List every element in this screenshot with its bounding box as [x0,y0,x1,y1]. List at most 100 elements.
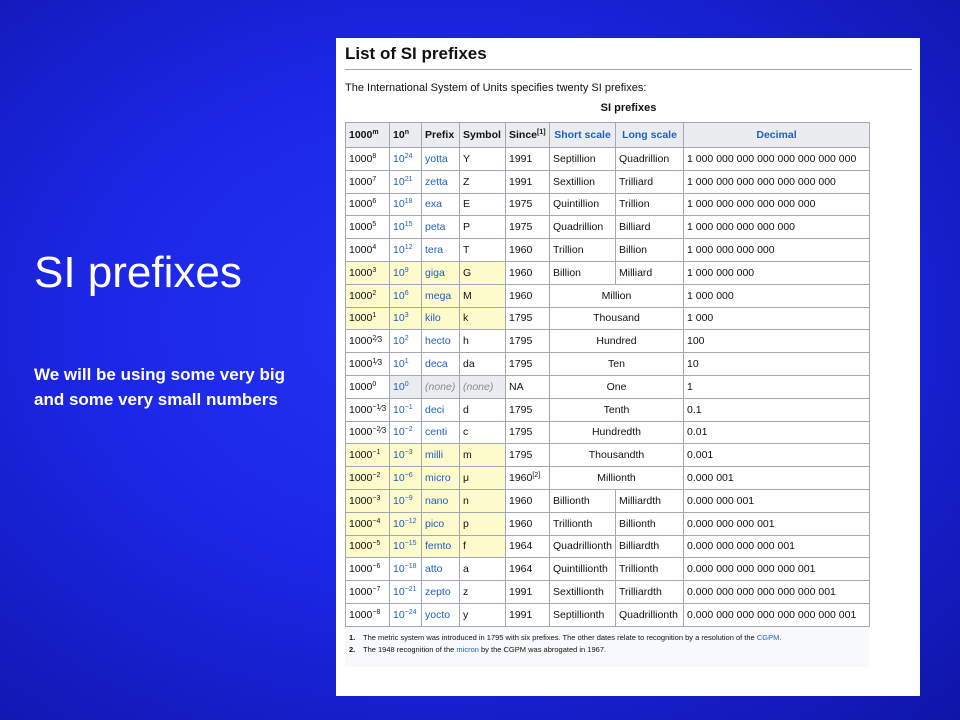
cell-prefix-link[interactable]: yocto [421,602,460,627]
cell-prefix-link[interactable]: femto [421,534,460,559]
cell-decimal: 10 [683,352,870,376]
cell-prefix-link[interactable]: hecto [421,329,460,354]
cell-10-power-link[interactable]: 10−15 [389,534,422,559]
col-header-since[interactable]: Since[1] [505,122,550,148]
cell-symbol: Z [459,169,506,194]
cell-10-power-link[interactable]: 10−6 [389,466,422,490]
col-header-10n[interactable]: 10n [389,122,422,148]
col-header-long-scale-link[interactable]: Long scale [615,122,684,148]
cell-1000-power: 1000−1⁄3 [345,397,390,422]
footnote-2: 2. The 1948 recognition of the micron by … [349,644,607,654]
cell-since: 1975 [505,215,550,240]
cell-decimal: 0.000 001 [683,466,870,490]
cell-1000-power: 1000−2⁄3 [345,420,390,445]
cell-10-power-link[interactable]: 10−1 [389,397,422,422]
cell-prefix-link[interactable]: giga [421,260,460,285]
cell-decimal: 0.000 000 001 [683,488,870,513]
cell-1000-power: 10005 [345,215,390,240]
table-row: 1000−1⁄3 10−1 deci d 1795 Tenth 0.1 [345,397,870,422]
cell-10-power-link[interactable]: 106 [389,283,422,308]
cell-long-scale: Quadrillionth [615,602,684,627]
cell-1000-power: 10002⁄3 [345,329,390,354]
cell-prefix-link[interactable]: peta [421,215,460,240]
cell-prefix-link[interactable]: deci [421,397,460,422]
cell-symbol: k [459,306,506,331]
table-row: 10001 103 kilo k 1795 Thousand 1 000 [345,306,870,331]
cell-prefix-link[interactable]: micro [421,466,460,490]
col-header-symbol[interactable]: Symbol [459,122,506,148]
panel-intro: The International System of Units specif… [345,82,647,94]
cell-symbol: P [459,215,506,240]
cell-10-power-link[interactable]: 103 [389,306,422,331]
cell-symbol: μ [459,466,506,490]
cell-10-power-link[interactable]: 100 [389,374,422,399]
col-header-short-scale-link[interactable]: Short scale [549,122,616,148]
cell-prefix-link[interactable]: tera [421,238,460,262]
cell-10-power-link[interactable]: 10−24 [389,602,422,627]
cell-10-power-link[interactable]: 1024 [389,147,422,171]
cell-decimal: 1 000 000 000 000 000 [683,215,870,240]
cell-10-power-link[interactable]: 10−9 [389,488,422,513]
table-row: 10001⁄3 101 deca da 1795 Ten 10 [345,352,870,376]
cell-symbol: T [459,238,506,262]
cell-since: NA [505,374,550,399]
cell-10-power-link[interactable]: 1021 [389,169,422,194]
cell-prefix-link[interactable]: pico [421,511,460,536]
cell-10-power-link[interactable]: 101 [389,352,422,376]
cell-prefix-link[interactable]: nano [421,488,460,513]
cell-10-power-link[interactable]: 10−21 [389,580,422,604]
col-header-decimal-link[interactable]: Decimal [683,122,870,148]
cell-since: 1991 [505,169,550,194]
cell-prefix-link[interactable]: atto [421,557,460,582]
table-row: 1000−7 10−21 zepto z 1991 Sextillionth Trillia… [345,580,870,604]
si-prefixes-panel: List of SI prefixes The International Sy… [336,38,920,696]
cell-scale-name: Ten [549,352,684,376]
cell-decimal: 1 000 000 000 000 [683,238,870,262]
cell-prefix-link[interactable]: zepto [421,580,460,604]
table-row: 10004 1012 tera T 1960 Trillion Billion 1 000 0… [345,238,870,262]
cell-1000-power: 1000−4 [345,511,390,536]
footnote-1: 1. The metric system was introduced in 17… [349,632,782,642]
cell-decimal: 100 [683,329,870,354]
table-row: 10003 109 giga G 1960 Billion Milliard 1 000 00… [345,260,870,285]
cgpm-link[interactable]: CGPM [757,633,780,642]
cell-1000-power: 10004 [345,238,390,262]
cell-scale-name: Million [549,283,684,308]
cell-10-power-link[interactable]: 10−12 [389,511,422,536]
cell-10-power-link[interactable]: 1018 [389,192,422,217]
cell-prefix-link[interactable]: exa [421,192,460,217]
cell-prefix-link[interactable]: milli [421,443,460,468]
cell-since: 1960 [505,488,550,513]
cell-short-scale: Trillionth [549,511,616,536]
cell-10-power-link[interactable]: 1012 [389,238,422,262]
cell-symbol: Y [459,147,506,171]
cell-10-power-link[interactable]: 102 [389,329,422,354]
cell-10-power-link[interactable]: 10−2 [389,420,422,445]
cell-since: 1960 [505,238,550,262]
micron-link[interactable]: micron [456,645,479,654]
cell-10-power-link[interactable]: 10−3 [389,443,422,468]
cell-decimal: 0.000 000 000 000 000 000 001 [683,580,870,604]
cell-symbol: d [459,397,506,422]
table-row: 1000−5 10−15 femto f 1964 Quadrillionth Billia… [345,534,870,559]
cell-10-power-link[interactable]: 109 [389,260,422,285]
table-row: 10002 106 mega M 1960 Million 1 000 000 [345,283,870,308]
table-row: 1000−6 10−18 atto a 1964 Quintillionth Trillio… [345,557,870,582]
cell-scale-name: Millionth [549,466,684,490]
cell-short-scale: Sextillionth [549,580,616,604]
table-row: 10008 1024 yotta Y 1991 Septillion Quadrillion… [345,147,870,171]
col-header-prefix[interactable]: Prefix [421,122,460,148]
cell-1000-power: 10000 [345,374,390,399]
table-row: 1000−1 10−3 milli m 1795 Thousandth 0.001 [345,443,870,468]
cell-10-power-link[interactable]: 1015 [389,215,422,240]
cell-decimal: 0.000 000 000 000 000 001 [683,557,870,582]
cell-prefix-link[interactable]: zetta [421,169,460,194]
col-header-1000m[interactable]: 1000m [345,122,390,148]
cell-prefix-link[interactable]: yotta [421,147,460,171]
cell-prefix-link[interactable]: kilo [421,306,460,331]
cell-10-power-link[interactable]: 10−18 [389,557,422,582]
cell-prefix-link[interactable]: centi [421,420,460,445]
cell-prefix-link[interactable]: mega [421,283,460,308]
cell-prefix-link[interactable]: deca [421,352,460,376]
cell-short-scale: Billionth [549,488,616,513]
